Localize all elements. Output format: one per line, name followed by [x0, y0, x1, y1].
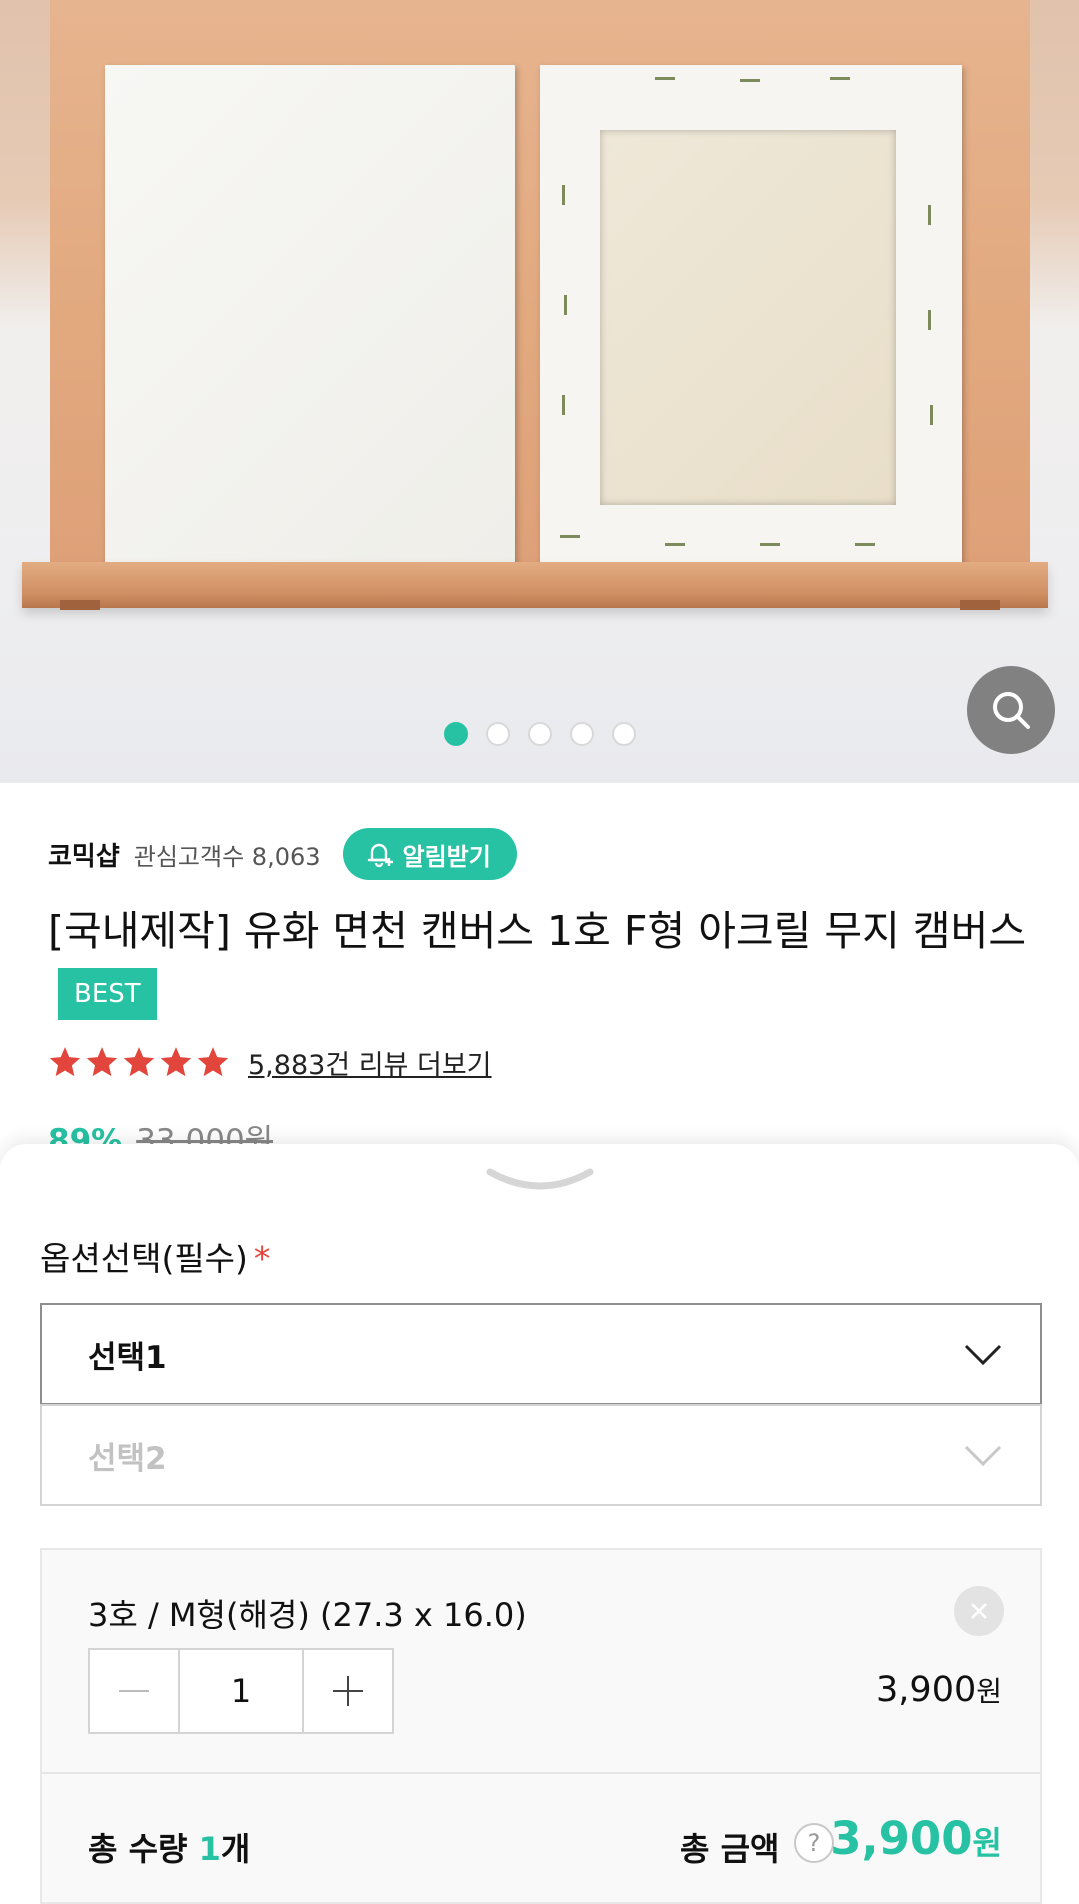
close-icon	[971, 1603, 987, 1619]
option-select-2-label: 선택2	[88, 1440, 167, 1477]
best-badge: BEST	[58, 968, 157, 1020]
staple	[760, 543, 780, 546]
star-icon	[123, 1047, 155, 1077]
staple	[655, 77, 675, 80]
increase-button[interactable]	[304, 1650, 392, 1732]
zoom-button[interactable]	[967, 666, 1055, 754]
option-select-1[interactable]: 선택1	[40, 1303, 1042, 1405]
remove-item-button[interactable]	[954, 1586, 1004, 1636]
required-mark: *	[253, 1239, 271, 1278]
star-icon	[197, 1047, 229, 1077]
staple	[562, 185, 565, 205]
total-quantity-unit: 개	[220, 1830, 251, 1868]
staple	[564, 295, 567, 315]
quantity-value[interactable]: 1	[178, 1650, 304, 1732]
option-label: 옵션선택(필수) *	[40, 1232, 270, 1280]
product-title: [국내제작] 유화 면천 캔버스 1호 F형 아크릴 무지 캠버스 BEST	[48, 900, 1038, 1026]
quantity-stepper: 1	[88, 1648, 394, 1734]
pagination-dot-3[interactable]	[527, 722, 552, 746]
pagination-dot-5[interactable]	[611, 722, 636, 746]
divider	[42, 1772, 1040, 1774]
total-amount: 3,900원	[830, 1812, 1002, 1865]
item-price-value: 3,900	[876, 1670, 977, 1710]
total-amount-label: 총 금액	[680, 1830, 780, 1868]
selected-item-box: 3호 / M형(해경) (27.3 x 16.0) 1 3,900원 총 수량 …	[40, 1548, 1042, 1904]
option-select-1-label: 선택1	[88, 1339, 167, 1376]
total-amount-value: 3,900	[830, 1812, 973, 1865]
product-image-gallery[interactable]	[0, 0, 1079, 783]
option-bottom-sheet: 옵션선택(필수) * 선택1 선택2 3호 / M형(해경) (27.3 x 16…	[0, 1144, 1079, 1904]
alarm-button-label: 알림받기	[402, 842, 491, 871]
staple	[855, 543, 875, 546]
canvas-back-inner	[600, 130, 896, 505]
total-quantity-value: 1	[198, 1830, 221, 1868]
alarm-button[interactable]: 알림받기	[342, 828, 517, 880]
decrease-button[interactable]	[90, 1650, 178, 1732]
option-select-2[interactable]: 선택2	[40, 1404, 1042, 1506]
easel-foot	[60, 600, 100, 610]
star-icon	[86, 1047, 118, 1077]
shop-name[interactable]: 코믹샵	[48, 836, 120, 873]
pagination-dot-2[interactable]	[485, 722, 510, 746]
product-title-text: [국내제작] 유화 면천 캔버스 1호 F형 아크릴 무지 캠버스	[48, 907, 1027, 955]
canvas-back-view	[540, 65, 962, 568]
total-quantity: 총 수량 1개	[88, 1824, 250, 1870]
bell-plus-icon	[367, 843, 393, 868]
review-link[interactable]: 5,883건 리뷰 더보기	[248, 1043, 492, 1082]
star-icon	[49, 1047, 81, 1077]
canvas-front-view	[105, 65, 515, 565]
gallery-pagination	[0, 722, 1079, 746]
shop-row: 코믹샵 관심고객수 8,063 알림받기	[48, 828, 517, 880]
staple	[830, 77, 850, 80]
pagination-dot-4[interactable]	[569, 722, 594, 746]
staple	[560, 535, 580, 538]
chevron-down-icon	[964, 1445, 1002, 1467]
easel-foot	[960, 600, 1000, 610]
total-quantity-label: 총 수량	[88, 1830, 188, 1868]
plus-icon	[333, 1676, 363, 1706]
star-rating	[48, 1045, 230, 1079]
pagination-dot-1[interactable]	[443, 722, 468, 746]
item-price-unit: 원	[976, 1675, 1002, 1708]
chevron-down-icon	[964, 1344, 1002, 1366]
option-label-text: 옵션선택(필수)	[40, 1239, 248, 1278]
collapse-handle-icon[interactable]	[486, 1166, 594, 1196]
selected-item-name: 3호 / M형(해경) (27.3 x 16.0)	[88, 1596, 527, 1634]
total-amount-unit: 원	[972, 1824, 1002, 1862]
staple	[928, 205, 931, 225]
search-icon	[993, 692, 1030, 729]
staple	[665, 543, 685, 546]
staple	[930, 405, 933, 425]
minus-icon	[119, 1690, 149, 1692]
easel-ledge	[22, 562, 1048, 608]
staple	[740, 79, 760, 82]
help-icon[interactable]: ?	[794, 1823, 834, 1863]
rating-row: 5,883건 리뷰 더보기	[48, 1042, 492, 1082]
staple	[928, 310, 931, 330]
star-icon	[160, 1047, 192, 1077]
follower-count: 관심고객수 8,063	[133, 842, 321, 871]
staple	[562, 395, 565, 415]
item-price: 3,900원	[876, 1670, 1002, 1710]
